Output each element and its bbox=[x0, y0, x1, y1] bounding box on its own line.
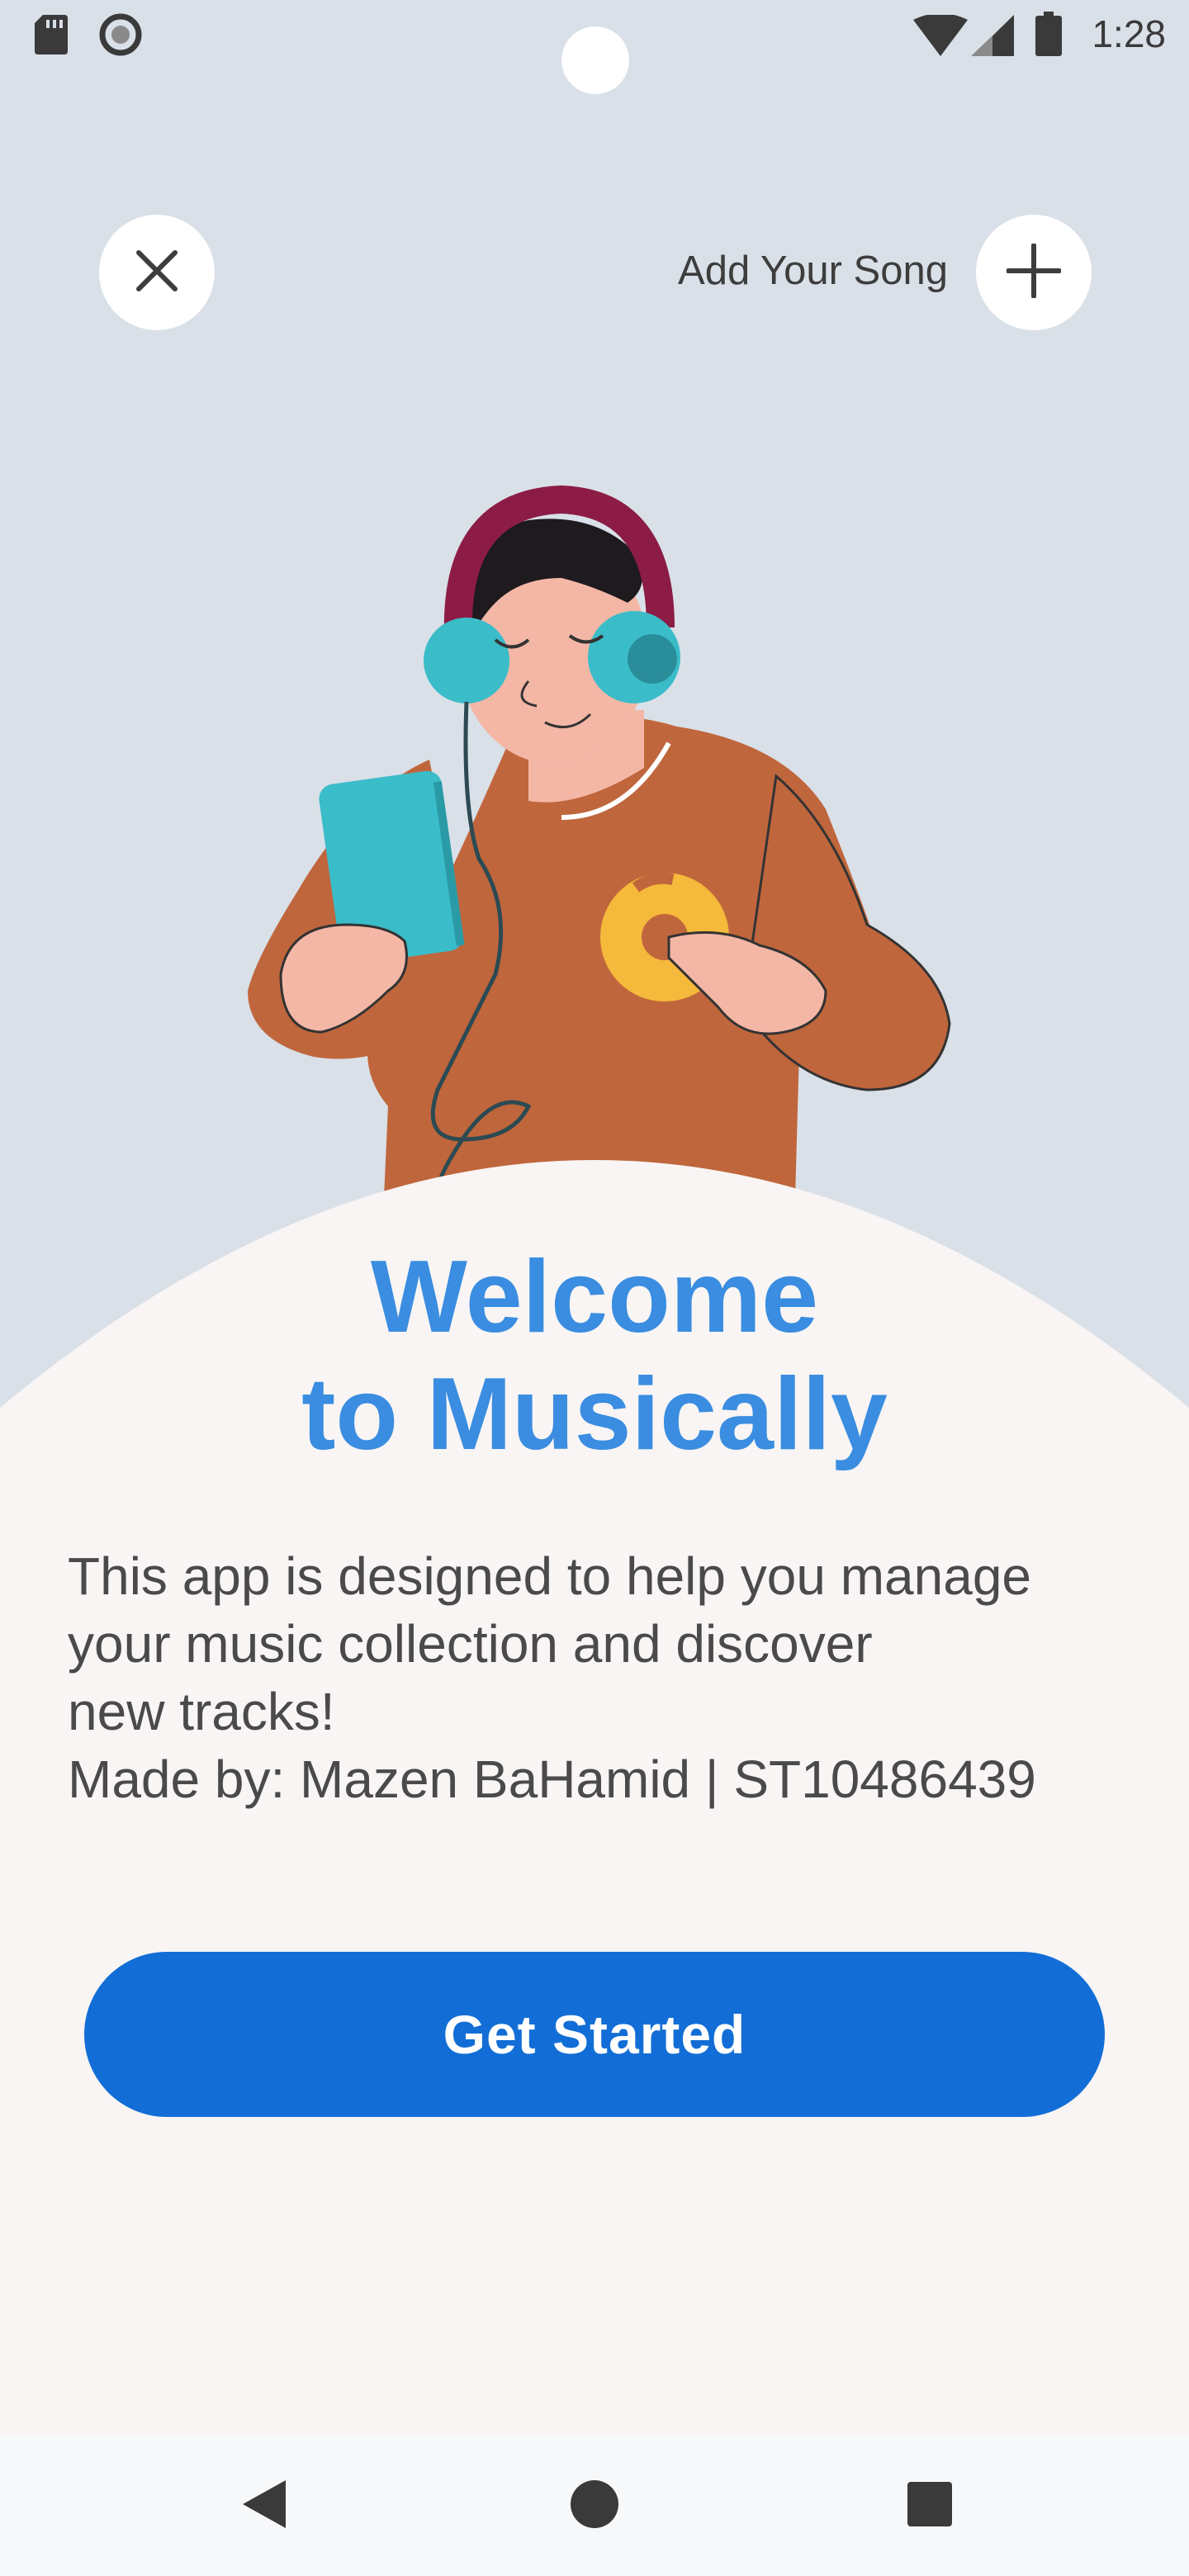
close-icon bbox=[134, 248, 180, 298]
welcome-title-line2: to Musically bbox=[301, 1357, 888, 1471]
back-icon bbox=[241, 2479, 287, 2534]
close-button[interactable] bbox=[99, 215, 215, 330]
welcome-title-line1: Welcome bbox=[370, 1240, 819, 1354]
get-started-button[interactable]: Get Started bbox=[84, 1952, 1105, 2117]
circle-notification-icon bbox=[99, 13, 142, 60]
home-icon bbox=[570, 2479, 619, 2533]
description-line: This app is designed to help you manage bbox=[68, 1546, 1031, 1606]
status-bar: 1:28 bbox=[0, 0, 1189, 94]
description-line: new tracks! bbox=[68, 1682, 335, 1741]
home-button[interactable] bbox=[528, 2436, 661, 2576]
recents-icon bbox=[907, 2481, 952, 2531]
system-navigation-bar bbox=[0, 2436, 1189, 2576]
person-with-headphones-illustration bbox=[248, 485, 951, 1205]
author-credit: Made by: Mazen BaHamid | ST10486439 bbox=[68, 1750, 1036, 1809]
recents-button[interactable] bbox=[864, 2436, 996, 2576]
welcome-title: Welcome to Musically bbox=[0, 1238, 1189, 1473]
add-song-button[interactable] bbox=[976, 215, 1092, 330]
welcome-description: This app is designed to help you manage … bbox=[68, 1542, 1141, 1813]
plus-icon bbox=[1006, 242, 1062, 302]
camera-cutout bbox=[561, 26, 629, 94]
status-time: 1:28 bbox=[1092, 12, 1166, 55]
back-button[interactable] bbox=[198, 2436, 330, 2576]
cellular-signal-icon bbox=[971, 15, 1014, 60]
add-song-label[interactable]: Add Your Song bbox=[678, 248, 948, 294]
sd-card-icon bbox=[35, 13, 68, 59]
description-line: your music collection and discover bbox=[68, 1614, 873, 1674]
battery-icon bbox=[1035, 12, 1062, 60]
wifi-icon bbox=[913, 13, 968, 60]
